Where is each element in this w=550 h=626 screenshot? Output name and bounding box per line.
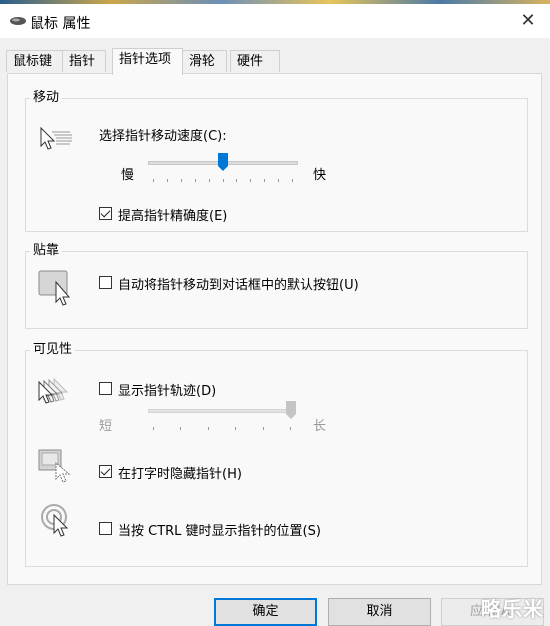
tab-hardware[interactable]: 硬件 xyxy=(230,50,280,72)
slider-tick xyxy=(166,179,168,182)
trails-slider-ticks xyxy=(153,427,291,431)
hide-pointer-icon xyxy=(38,449,71,483)
slider-tick xyxy=(153,427,154,430)
enhance-precision-checkbox[interactable] xyxy=(99,207,112,220)
slider-tick xyxy=(292,179,293,182)
slider-tick xyxy=(262,427,264,430)
slider-tick xyxy=(290,427,291,430)
visibility-group: 可见性 显示指针轨迹(D) 短 长 在打字时隐藏指针(H) 当按 CTRL 键时… xyxy=(25,342,528,567)
close-button[interactable]: ✕ xyxy=(514,7,542,35)
slider-tick xyxy=(153,179,154,182)
trails-short-label: 短 xyxy=(99,419,113,434)
snap-to-default-label: 自动将指针移动到对话框中的默认按钮(U) xyxy=(118,278,359,293)
pointer-speed-icon xyxy=(40,126,72,150)
slider-tick xyxy=(250,179,252,182)
title-bar: 鼠标 属性 ✕ xyxy=(0,4,550,38)
show-location-icon xyxy=(41,504,69,537)
watermark: 略乐米 xyxy=(481,597,544,621)
snap-to-icon xyxy=(38,270,71,306)
hide-pointer-typing-checkbox[interactable] xyxy=(99,465,112,478)
motion-group-title: 移动 xyxy=(30,90,63,106)
slider-tick xyxy=(278,179,280,182)
trails-long-label: 长 xyxy=(313,419,327,434)
speed-slider-ticks xyxy=(153,179,293,183)
tab-pointers[interactable]: 指针 xyxy=(62,50,106,72)
motion-group: 移动 选择指针移动速度(C): 慢 快 提高指针精确度(E) xyxy=(25,90,528,232)
snap-group-title: 贴靠 xyxy=(30,243,63,259)
show-location-ctrl-checkbox[interactable] xyxy=(99,522,112,535)
slider-tick xyxy=(180,427,182,430)
slider-tick xyxy=(207,427,209,430)
pointer-trails-label: 显示指针轨迹(D) xyxy=(118,384,217,399)
tab-mouse-buttons[interactable]: 鼠标键 xyxy=(6,50,63,72)
tab-wheel[interactable]: 滑轮 xyxy=(182,50,227,72)
tab-pointer-options[interactable]: 指针选项 xyxy=(112,48,183,75)
visibility-group-title: 可见性 xyxy=(30,342,76,358)
slider-tick xyxy=(222,179,224,182)
trails-slider-thumb[interactable] xyxy=(286,401,296,419)
slider-tick xyxy=(180,179,182,182)
speed-slider-thumb[interactable] xyxy=(218,153,228,171)
snap-to-default-checkbox[interactable] xyxy=(99,276,112,289)
slider-tick xyxy=(235,427,237,430)
speed-fast-label: 快 xyxy=(313,168,327,183)
hide-pointer-typing-label: 在打字时隐藏指针(H) xyxy=(118,467,242,482)
tab-content: 移动 选择指针移动速度(C): 慢 快 提高指针精确度(E) 贴靠 自动将指针移… xyxy=(7,73,542,585)
slider-tick xyxy=(194,179,196,182)
pointer-trails-checkbox[interactable] xyxy=(99,382,112,395)
trails-slider-track[interactable] xyxy=(148,409,296,413)
slider-tick xyxy=(208,179,210,182)
cancel-button[interactable]: 取消 xyxy=(328,598,431,626)
speed-label: 选择指针移动速度(C): xyxy=(99,129,227,144)
speed-slow-label: 慢 xyxy=(121,168,135,183)
enhance-precision-label: 提高指针精确度(E) xyxy=(118,209,228,224)
mouse-icon xyxy=(10,17,26,25)
snap-group: 贴靠 自动将指针移动到对话框中的默认按钮(U) xyxy=(25,243,528,329)
slider-tick xyxy=(236,179,238,182)
window-title: 鼠标 属性 xyxy=(30,16,91,32)
show-location-ctrl-label: 当按 CTRL 键时显示指针的位置(S) xyxy=(118,524,321,539)
pointer-trails-icon xyxy=(38,377,69,404)
slider-tick xyxy=(264,179,266,182)
ok-button[interactable]: 确定 xyxy=(214,598,317,626)
